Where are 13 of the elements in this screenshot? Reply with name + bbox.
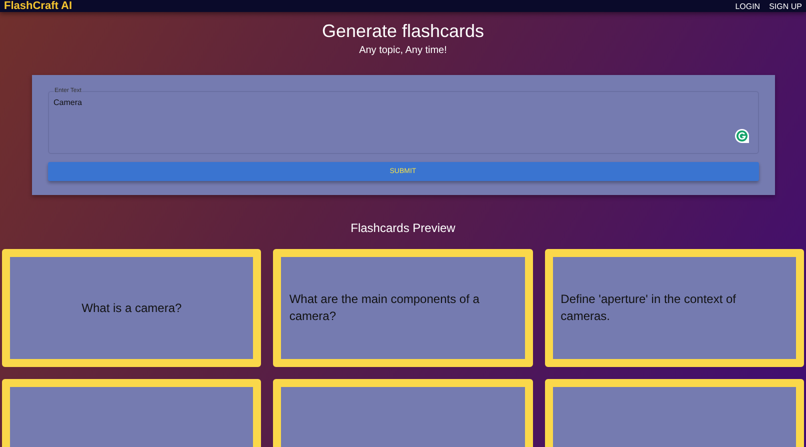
grammar-assistant-icon[interactable] bbox=[734, 128, 750, 144]
flashcard-question: What are the main components of a camera? bbox=[289, 291, 480, 325]
page-subtitle: Any topic, Any time! bbox=[359, 45, 447, 56]
section-title: Flashcards Preview bbox=[350, 221, 456, 235]
brand-logo[interactable]: FlashCraft AI bbox=[4, 0, 72, 12]
flashcard[interactable]: What are the main components of a camera? bbox=[273, 249, 533, 367]
page-title: Generate flashcards bbox=[322, 21, 484, 42]
flashcard-question: Define 'aperture' in the context of cameras. bbox=[560, 291, 738, 325]
flashcard[interactable]: Define 'aperture' in the context of cameras. bbox=[544, 249, 804, 367]
flashcard[interactable]: What is a camera? bbox=[2, 249, 262, 367]
nav-link[interactable]: SIGN UP bbox=[769, 2, 802, 10]
flashcard-question: What is a camera? bbox=[82, 300, 182, 316]
nav-link[interactable]: LOGIN bbox=[735, 2, 760, 10]
